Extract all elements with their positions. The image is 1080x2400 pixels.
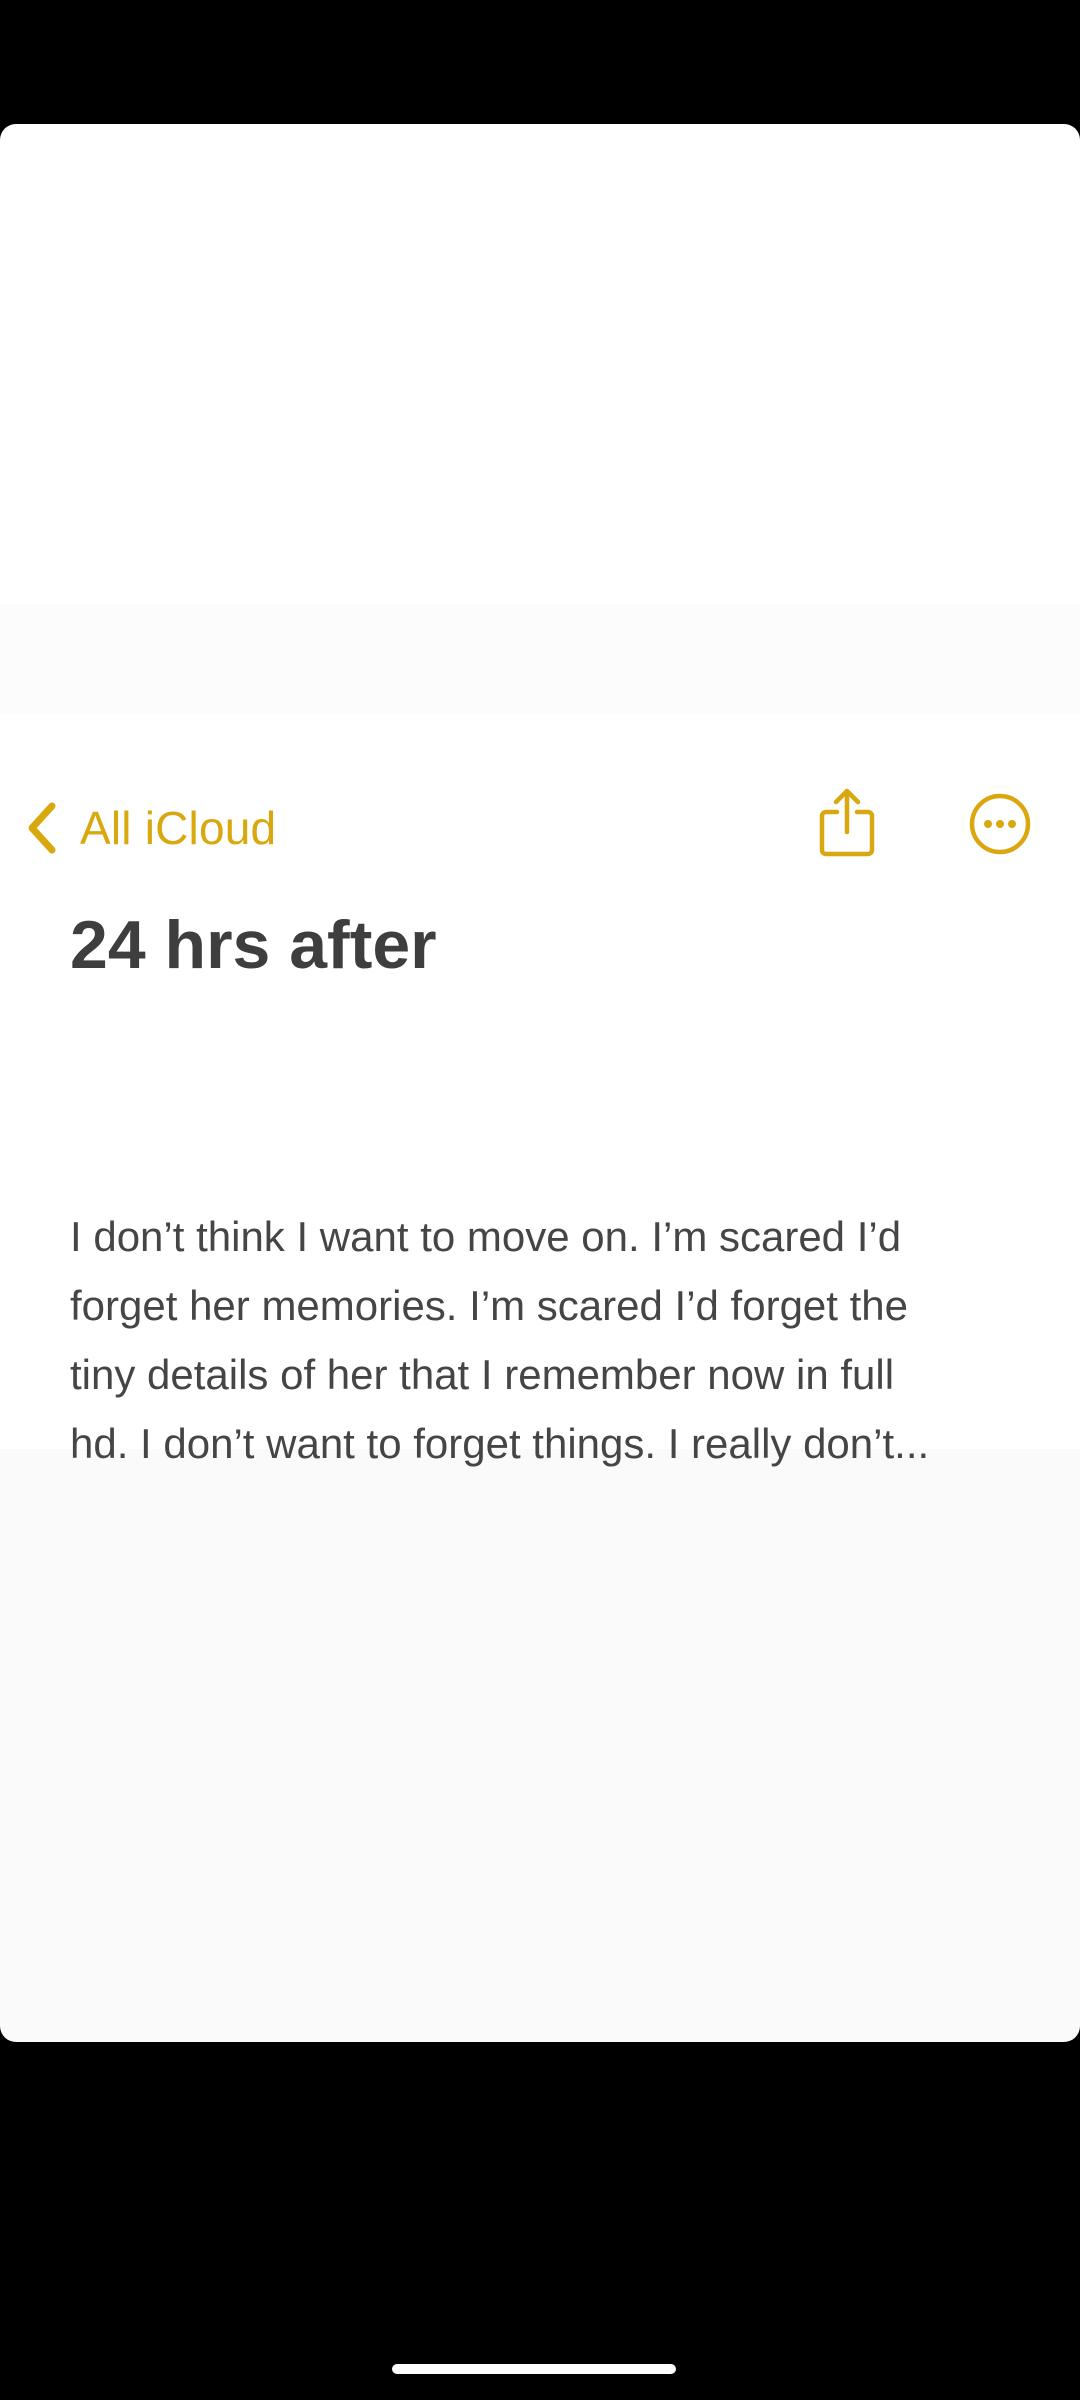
note-sheet: All iCloud 24 hrs after I don’t think I … [0, 124, 1080, 2042]
note-body-line: forget her memories. I’m scared I’d forg… [70, 1282, 909, 1329]
back-button-label: All iCloud [80, 802, 277, 854]
phone-screen: All iCloud 24 hrs after I don’t think I … [0, 0, 1080, 2400]
back-button[interactable]: All iCloud [22, 796, 276, 860]
note-body-line: I don’t think I want to move on. I’m sca… [70, 1213, 902, 1260]
note-body-line: hd. I don’t want to forget things. I rea… [70, 1420, 930, 1467]
more-options-button[interactable] [968, 792, 1032, 856]
note-body[interactable]: I don’t think I want to move on. I’m sca… [70, 1202, 1040, 1478]
share-icon [819, 788, 875, 857]
chevron-left-icon [22, 798, 62, 858]
note-title[interactable]: 24 hrs after [70, 906, 437, 984]
home-indicator[interactable] [392, 2364, 676, 2374]
share-button[interactable] [816, 786, 878, 860]
navigation-bar: All iCloud [0, 774, 1080, 884]
note-body-line: tiny details of her that I remember now … [70, 1351, 895, 1398]
ellipsis-circle-icon [969, 793, 1031, 855]
